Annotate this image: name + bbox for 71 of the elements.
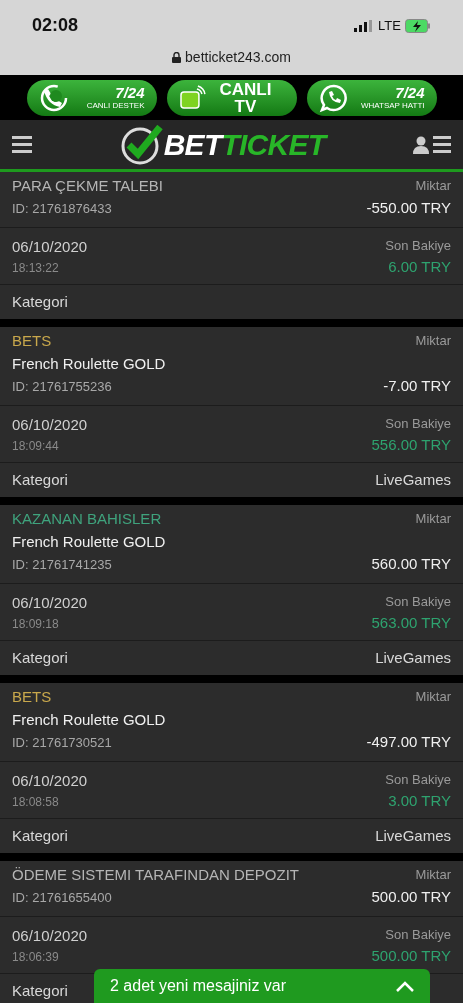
amount-label: Miktar — [415, 332, 451, 350]
transaction-type: PARA ÇEKME TALEBI — [12, 176, 163, 196]
category-label: Kategori — [12, 980, 68, 1001]
amount-label: Miktar — [415, 510, 451, 528]
transaction-id: ID: 21761741235 — [12, 556, 113, 574]
message-toast[interactable]: 2 adet yeni mesajiniz var — [94, 969, 430, 1003]
amount-label: Miktar — [415, 177, 451, 195]
transaction-time: 18:13:22 — [12, 259, 60, 277]
transaction-type: ÖDEME SISTEMI TARAFINDAN DEPOZIT — [12, 865, 299, 885]
category-label: Kategori — [12, 291, 68, 312]
menu-icon[interactable] — [12, 135, 32, 154]
game-name: French Roulette GOLD — [12, 354, 166, 374]
transaction-type: BETS — [12, 331, 53, 351]
clock: 02:08 — [32, 14, 79, 37]
category-value: LiveGames — [375, 825, 451, 846]
transaction-type: BETS — [12, 687, 53, 707]
transaction-time: 18:08:58 — [12, 793, 60, 811]
balance: 556.00 TRY — [371, 434, 451, 455]
transaction-id: ID: 21761730521 — [12, 734, 113, 752]
game-name: French Roulette GOLD — [12, 710, 166, 730]
balance-label: Son Bakiye — [385, 926, 451, 944]
category-label: Kategori — [12, 469, 68, 490]
amount-label: Miktar — [415, 688, 451, 706]
amount: -7.00 TRY — [383, 375, 451, 396]
tv-icon — [178, 83, 207, 112]
promo-button[interactable]: 7/24 WHATSAP HATTI — [306, 79, 437, 116]
amount: 500.00 TRY — [371, 886, 451, 907]
balance: 500.00 TRY — [371, 945, 451, 966]
balance: 3.00 TRY — [388, 790, 451, 811]
checkmark-logo-icon — [119, 124, 164, 165]
transaction-date: 06/10/2020 — [12, 771, 88, 791]
balance-label: Son Bakiye — [385, 593, 451, 611]
amount: -550.00 TRY — [366, 197, 451, 218]
battery-charging-icon — [405, 18, 431, 33]
url-text: betticket243.com — [185, 48, 291, 67]
transaction-time: 18:06:39 — [12, 948, 60, 966]
chat-phone-icon — [318, 82, 349, 113]
transaction-id: ID: 21761655400 — [12, 889, 113, 907]
category-label: Kategori — [12, 825, 68, 846]
user-icon[interactable] — [413, 135, 429, 154]
game-name: French Roulette GOLD — [12, 532, 166, 552]
transaction-date: 06/10/2020 — [12, 926, 88, 946]
balance-label: Son Bakiye — [385, 415, 451, 433]
chevron-up-icon[interactable] — [396, 980, 414, 992]
balance: 563.00 TRY — [371, 612, 451, 633]
transaction-date: 06/10/2020 — [12, 237, 88, 257]
logo-text: BETTICKET — [163, 127, 326, 163]
phone-24-icon — [38, 82, 69, 113]
toast-text: 2 adet yeni mesajiniz var — [110, 976, 287, 996]
menu-icon[interactable] — [433, 135, 451, 154]
category-label: Kategori — [12, 647, 68, 668]
network-label: LTE — [378, 16, 401, 35]
promo-button[interactable]: 7/24 CANLI DESTEK — [26, 79, 157, 116]
promo-button[interactable]: CANLI TV — [166, 79, 297, 116]
category-value: LiveGames — [375, 469, 451, 490]
transaction-time: 18:09:18 — [12, 615, 60, 633]
balance: 6.00 TRY — [388, 256, 451, 277]
lock-icon — [172, 52, 182, 63]
amount: -497.00 TRY — [366, 731, 451, 752]
balance-label: Son Bakiye — [385, 771, 451, 789]
amount-label: Miktar — [415, 866, 451, 884]
balance-label: Son Bakiye — [385, 237, 451, 255]
transaction-id: ID: 21761755236 — [12, 378, 113, 396]
transaction-date: 06/10/2020 — [12, 415, 88, 435]
transaction-time: 18:09:44 — [12, 437, 60, 455]
signal-icon — [354, 19, 375, 32]
amount: 560.00 TRY — [371, 553, 451, 574]
transaction-id: ID: 21761876433 — [12, 200, 113, 218]
category-value: LiveGames — [375, 647, 451, 668]
transaction-type: KAZANAN BAHISLER — [12, 509, 163, 529]
transaction-date: 06/10/2020 — [12, 593, 88, 613]
